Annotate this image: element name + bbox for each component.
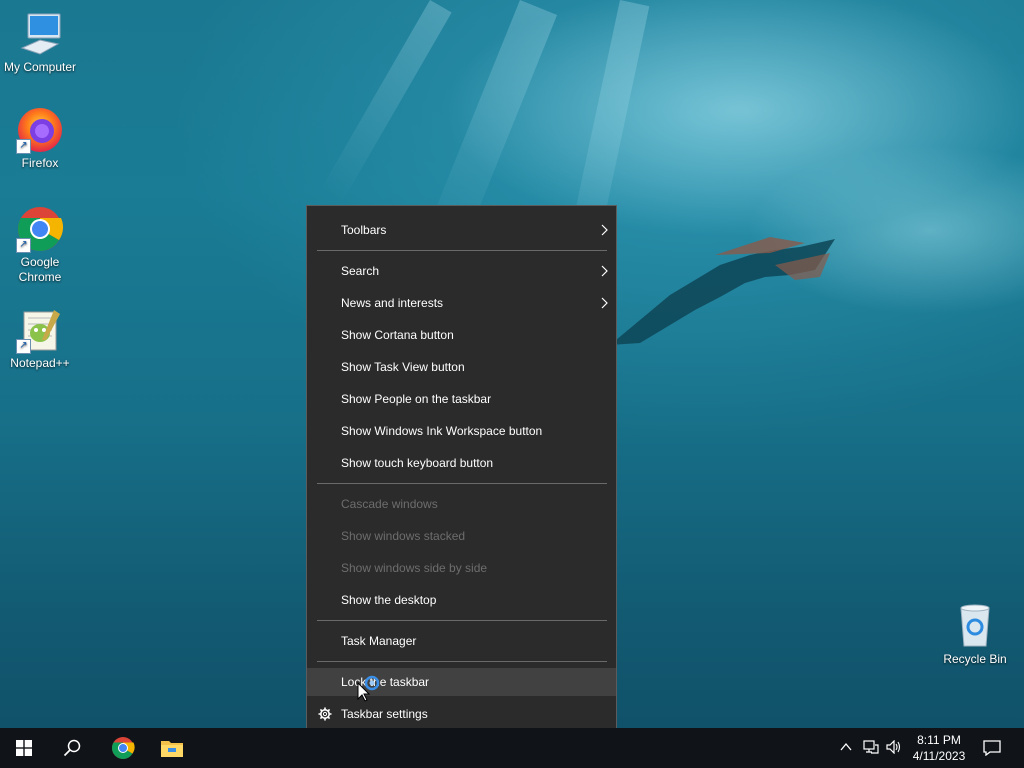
menu-item-show-task-view-button[interactable]: Show Task View button <box>307 353 616 381</box>
menu-item-label: Lock the taskbar <box>341 675 430 689</box>
clock-time: 8:11 PM <box>917 733 961 747</box>
menu-item-label: Toolbars <box>341 223 387 237</box>
volume-icon <box>886 740 901 754</box>
chevron-right-icon <box>601 224 608 236</box>
file-explorer-icon <box>161 741 183 757</box>
recycle-bin-icon <box>951 602 999 650</box>
taskbar-search-button[interactable] <box>48 728 96 768</box>
desktop-icon-firefox[interactable]: ↗ Firefox <box>0 106 80 171</box>
menu-item-show-cortana-button[interactable]: Show Cortana button <box>307 321 616 349</box>
start-icon <box>16 740 32 756</box>
tray-chevron-button[interactable] <box>836 728 856 768</box>
taskbar-clock[interactable]: 8:11 PM 4/11/2023 <box>904 732 974 764</box>
desktop-icon-google-chrome[interactable]: ↗ Google Chrome <box>0 205 80 285</box>
menu-item-label: Taskbar settings <box>341 707 428 721</box>
tray-network-button[interactable] <box>860 728 882 768</box>
desktop-icon-recycle-bin[interactable]: Recycle Bin <box>935 602 1015 667</box>
menu-separator <box>317 483 607 484</box>
menu-item-label: Show windows side by side <box>341 561 488 575</box>
busy-cursor-icon <box>357 675 380 702</box>
desktop-icon-label: Firefox <box>21 156 59 170</box>
menu-item-label: Show touch keyboard button <box>341 456 494 470</box>
gear-icon <box>318 707 332 721</box>
menu-item-show-windows-stacked: Show windows stacked <box>307 522 616 550</box>
chevron-right-icon <box>601 265 608 277</box>
chevron-up-icon <box>840 742 852 751</box>
menu-item-toolbars[interactable]: Toolbars <box>307 216 616 244</box>
menu-item-cascade-windows: Cascade windows <box>307 490 616 518</box>
taskbar-file-explorer-button[interactable] <box>148 728 196 768</box>
network-icon <box>863 740 879 754</box>
menu-item-label: Search <box>341 264 380 278</box>
swimmer-figure <box>610 237 835 345</box>
menu-item-label: Cascade windows <box>341 497 438 511</box>
menu-item-label: Show windows stacked <box>341 529 466 543</box>
menu-item-label: Show Cortana button <box>341 328 454 342</box>
menu-item-lock-the-taskbar[interactable]: Lock the taskbar <box>307 668 616 696</box>
desktop-icon-label: Google Chrome <box>18 255 62 284</box>
light-ray <box>320 0 452 204</box>
search-icon <box>63 739 81 757</box>
shortcut-arrow-icon: ↗ <box>16 238 31 253</box>
shortcut-arrow-icon: ↗ <box>16 339 31 354</box>
chevron-right-icon <box>601 297 608 309</box>
menu-item-news-and-interests[interactable]: News and interests <box>307 289 616 317</box>
firefox-icon: ↗ <box>16 106 64 154</box>
menu-item-show-windows-ink[interactable]: Show Windows Ink Workspace button <box>307 417 616 445</box>
tray-volume-button[interactable] <box>884 728 904 768</box>
menu-item-search[interactable]: Search <box>307 257 616 285</box>
chrome-icon <box>112 737 135 759</box>
menu-item-label: Show Task View button <box>341 360 465 374</box>
chrome-icon: ↗ <box>16 205 64 253</box>
menu-item-show-windows-side-by-side: Show windows side by side <box>307 554 616 582</box>
taskbar-context-menu: Toolbars Search News and interests Show … <box>306 205 617 738</box>
menu-item-label: Show Windows Ink Workspace button <box>341 424 543 438</box>
menu-item-label: Task Manager <box>341 634 417 648</box>
menu-item-task-manager[interactable]: Task Manager <box>307 627 616 655</box>
desktop-icon-label: Recycle Bin <box>943 652 1007 666</box>
menu-item-show-people[interactable]: Show People on the taskbar <box>307 385 616 413</box>
menu-separator <box>317 661 607 662</box>
notepad-plus-plus-icon: ↗ <box>16 306 64 354</box>
clock-date: 4/11/2023 <box>912 749 966 763</box>
shortcut-arrow-icon: ↗ <box>16 139 31 154</box>
desktop-icon-label: My Computer <box>3 60 77 74</box>
menu-item-taskbar-settings[interactable]: Taskbar settings <box>307 700 616 728</box>
menu-item-label: Show People on the taskbar <box>341 392 492 406</box>
desktop-icon-label: Notepad++ <box>10 356 70 370</box>
start-button[interactable] <box>0 728 48 768</box>
menu-item-label: News and interests <box>341 296 444 310</box>
desktop-icon-notepad-plus-plus[interactable]: ↗ Notepad++ <box>0 306 80 371</box>
action-center-button[interactable] <box>980 728 1004 768</box>
menu-item-label: Show the desktop <box>341 593 437 607</box>
taskbar: 8:11 PM 4/11/2023 <box>0 728 1024 768</box>
computer-icon <box>16 10 64 58</box>
menu-separator <box>317 250 607 251</box>
menu-item-show-touch-keyboard[interactable]: Show touch keyboard button <box>307 449 616 477</box>
taskbar-chrome-button[interactable] <box>99 728 147 768</box>
menu-item-show-the-desktop[interactable]: Show the desktop <box>307 586 616 614</box>
desktop-icon-my-computer[interactable]: My Computer <box>0 10 80 75</box>
action-center-icon <box>983 740 1001 756</box>
menu-separator <box>317 620 607 621</box>
